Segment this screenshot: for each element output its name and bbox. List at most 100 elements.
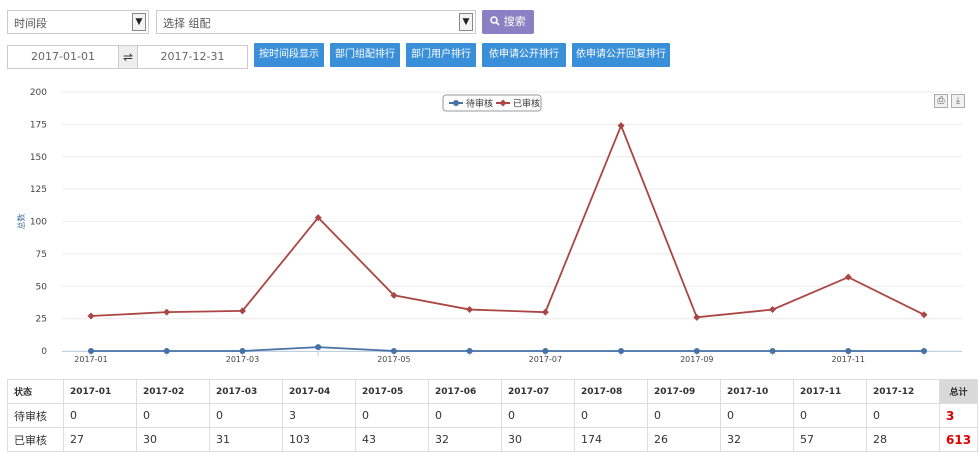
table-cell: 57 bbox=[793, 427, 867, 452]
table-cell: 31 bbox=[209, 427, 283, 452]
data-point bbox=[163, 308, 171, 316]
table-cell: 0 bbox=[209, 403, 283, 428]
table-cell: 30 bbox=[501, 427, 575, 452]
dept-group-rank-button[interactable]: 部门组配排行 bbox=[330, 43, 400, 67]
by-period-button[interactable]: 按时间段显示 bbox=[254, 43, 324, 67]
legend-marker bbox=[453, 100, 459, 106]
y-tick-label: 125 bbox=[30, 185, 47, 195]
data-point bbox=[693, 313, 701, 321]
series-line bbox=[91, 346, 924, 352]
period-select[interactable]: 时间段 ▼ bbox=[7, 10, 149, 34]
month-header: 2017-03 bbox=[209, 379, 283, 404]
date-to-input[interactable]: 2017-12-31 bbox=[137, 45, 248, 69]
y-tick-label: 75 bbox=[36, 250, 47, 260]
data-point bbox=[390, 348, 397, 354]
table-cell: 32 bbox=[428, 427, 502, 452]
status-header: 状态 bbox=[7, 379, 64, 404]
data-point bbox=[845, 348, 852, 354]
request-rank-button[interactable]: 依申请公开排行 bbox=[482, 43, 566, 67]
data-point bbox=[617, 122, 625, 130]
data-point bbox=[163, 348, 170, 354]
data-point bbox=[844, 273, 852, 281]
month-header: 2017-10 bbox=[720, 379, 794, 404]
table-cell: 0 bbox=[866, 403, 940, 428]
table-header-row: 状态 2017-01 2017-02 2017-03 2017-04 2017-… bbox=[7, 379, 979, 404]
dept-user-rank-button[interactable]: 部门用户排行 bbox=[406, 43, 476, 67]
table-cell: 0 bbox=[501, 403, 575, 428]
month-header: 2017-09 bbox=[647, 379, 721, 404]
data-point bbox=[541, 308, 549, 316]
table-cell: 30 bbox=[136, 427, 210, 452]
row-label: 已审核 bbox=[7, 427, 64, 452]
x-tick-label: 2017-11 bbox=[832, 355, 865, 364]
month-header: 2017-05 bbox=[355, 379, 429, 404]
range-separator: ⇌ bbox=[118, 45, 138, 69]
data-point bbox=[921, 348, 927, 354]
data-point bbox=[618, 348, 625, 354]
x-tick-label: 2017-01 bbox=[74, 355, 107, 364]
table-cell: 0 bbox=[428, 403, 502, 428]
table-cell: 28 bbox=[866, 427, 940, 452]
request-reply-rank-button[interactable]: 依申请公开回复排行 bbox=[572, 43, 670, 67]
table-cell: 26 bbox=[647, 427, 721, 452]
table-cell: 27 bbox=[63, 427, 137, 452]
group-select[interactable]: 选择 组配 ▼ bbox=[156, 10, 476, 34]
total-header: 总计 bbox=[938, 379, 979, 404]
month-header: 2017-06 bbox=[428, 379, 502, 404]
table-cell: 174 bbox=[574, 427, 648, 452]
row-label: 待审核 bbox=[7, 403, 64, 428]
chevron-down-icon[interactable]: ▼ bbox=[132, 13, 146, 31]
chart-legend: 待审核 已审核 bbox=[442, 94, 542, 112]
data-point bbox=[769, 306, 777, 314]
search-icon bbox=[490, 16, 500, 26]
table-row: 待审核 0 0 0 3 0 0 0 0 0 0 0 0 3 bbox=[7, 403, 979, 428]
search-button[interactable]: 搜索 bbox=[482, 10, 534, 34]
x-tick-label: 2017-03 bbox=[226, 355, 259, 364]
table-cell: 0 bbox=[647, 403, 721, 428]
month-header: 2017-07 bbox=[501, 379, 575, 404]
table-row: 已审核 27 30 31 103 43 32 30 174 26 32 57 2… bbox=[7, 427, 979, 452]
month-header: 2017-04 bbox=[282, 379, 356, 404]
row-total: 3 bbox=[938, 403, 979, 428]
table-cell: 0 bbox=[574, 403, 648, 428]
table-cell: 0 bbox=[793, 403, 867, 428]
data-point bbox=[920, 311, 928, 319]
y-tick-label: 175 bbox=[30, 120, 47, 130]
y-tick-label: 200 bbox=[30, 88, 47, 98]
legend-label: 已审核 bbox=[513, 98, 540, 110]
legend-label: 待审核 bbox=[466, 98, 493, 110]
data-point bbox=[466, 348, 473, 354]
data-point bbox=[315, 344, 322, 351]
date-from-input[interactable]: 2017-01-01 bbox=[7, 45, 119, 69]
data-point bbox=[542, 348, 549, 354]
x-tick-label: 2017-07 bbox=[529, 355, 562, 364]
table-cell: 0 bbox=[136, 403, 210, 428]
table-cell: 43 bbox=[355, 427, 429, 452]
table-cell: 0 bbox=[720, 403, 794, 428]
table-cell: 0 bbox=[355, 403, 429, 428]
table-cell: 32 bbox=[720, 427, 794, 452]
y-tick-label: 0 bbox=[41, 347, 47, 357]
x-tick-label: 2017-09 bbox=[680, 355, 713, 364]
y-tick-label: 100 bbox=[30, 218, 47, 228]
table-cell: 3 bbox=[282, 403, 356, 428]
y-tick-label: 25 bbox=[36, 315, 47, 325]
data-point bbox=[769, 348, 776, 354]
month-header: 2017-12 bbox=[866, 379, 940, 404]
month-header: 2017-08 bbox=[574, 379, 648, 404]
data-point bbox=[239, 348, 246, 354]
chevron-down-icon[interactable]: ▼ bbox=[459, 13, 473, 31]
x-tick-label: 2017-05 bbox=[377, 355, 410, 364]
y-tick-label: 50 bbox=[36, 282, 48, 292]
period-select-value: 时间段 bbox=[14, 17, 47, 30]
table-cell: 103 bbox=[282, 427, 356, 452]
month-header: 2017-01 bbox=[63, 379, 137, 404]
month-header: 2017-02 bbox=[136, 379, 210, 404]
search-button-label: 搜索 bbox=[503, 15, 526, 28]
group-select-value: 选择 组配 bbox=[163, 17, 211, 30]
data-point bbox=[88, 348, 94, 354]
table-cell: 0 bbox=[63, 403, 137, 428]
y-tick-label: 150 bbox=[30, 153, 47, 163]
y-axis-label: 总数 bbox=[16, 214, 26, 230]
line-chart: 0 25 50 75 100 125 150 175 200 2017-01 2017-03 2017… bbox=[16, 88, 962, 364]
